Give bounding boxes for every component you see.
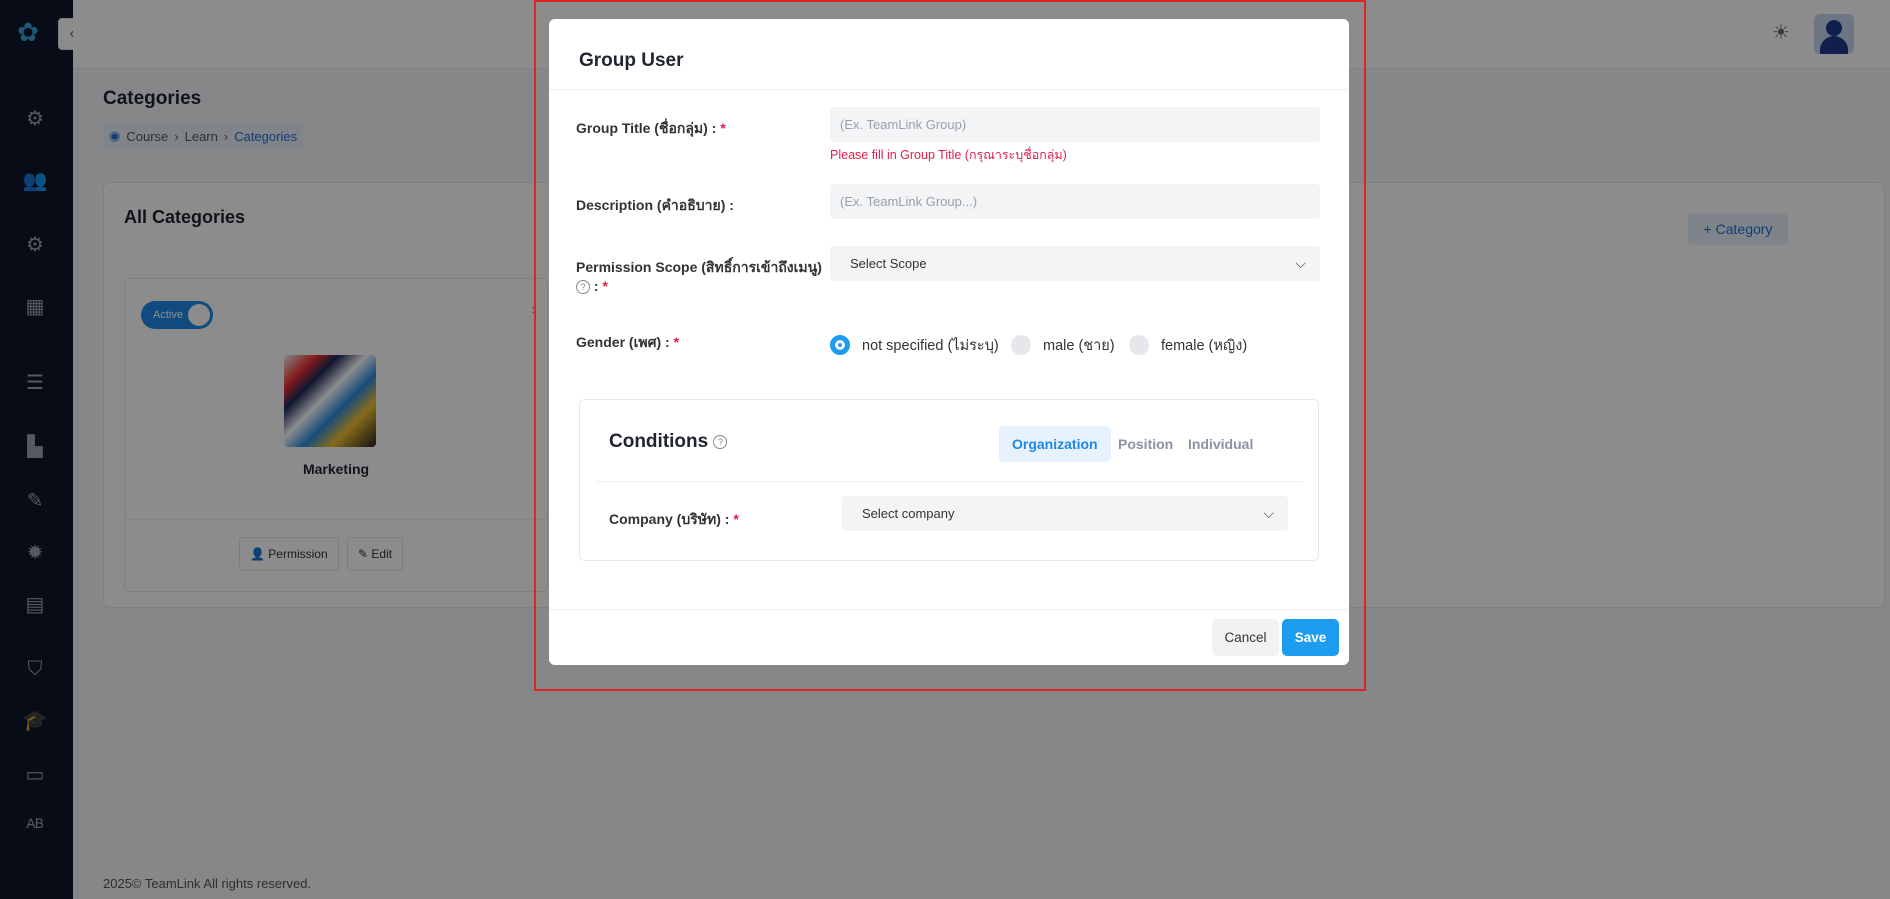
gender-option-label: not specified (ไม่ระบุ) xyxy=(862,337,999,354)
group-title-input[interactable] xyxy=(830,107,1320,142)
modal-title: Group User xyxy=(579,50,684,71)
scope-select-value: Select Scope xyxy=(850,256,927,271)
required-mark: * xyxy=(720,120,726,136)
modal-footer-divider xyxy=(549,609,1349,610)
save-button[interactable]: Save xyxy=(1282,619,1339,656)
group-title-error: Please fill in Group Title (กรุณาระบุชื่… xyxy=(830,148,1067,162)
conditions-panel: Conditions ? Organization Position Indiv… xyxy=(579,399,1319,561)
permission-scope-label: Permission Scope (สิทธิ์การเข้าถึงเมนู) xyxy=(576,259,822,275)
required-mark: * xyxy=(733,511,739,527)
gender-option-label: male (ชาย) xyxy=(1043,337,1115,354)
permission-scope-label-line2: ? : * xyxy=(576,278,608,295)
scope-select[interactable]: Select Scope ⌵ xyxy=(830,246,1320,281)
company-select-value: Select company xyxy=(862,506,955,521)
required-mark: * xyxy=(602,278,608,294)
gender-radio-not-specified[interactable]: not specified (ไม่ระบุ) xyxy=(830,334,999,356)
gender-label: Gender (เพศ) : * xyxy=(576,334,680,350)
chevron-down-icon: ⌵ xyxy=(1263,505,1274,521)
divider xyxy=(596,481,1302,482)
modal-header: Group User xyxy=(549,19,1349,90)
gender-option-label: female (หญิง) xyxy=(1161,337,1248,354)
group-user-modal: Group User Group Title (ชื่อกลุ่ม) : * P… xyxy=(549,19,1349,665)
cancel-button[interactable]: Cancel xyxy=(1212,619,1279,656)
company-label: Company (บริษัท) : * xyxy=(609,511,739,527)
radio-icon xyxy=(1011,335,1031,355)
radio-selected-icon xyxy=(830,335,850,355)
help-icon[interactable]: ? xyxy=(576,280,590,295)
description-label: Description (คำอธิบาย) : xyxy=(576,197,734,213)
conditions-title: Conditions ? xyxy=(609,431,728,453)
tab-individual[interactable]: Individual xyxy=(1175,426,1266,462)
gender-radio-male[interactable]: male (ชาย) xyxy=(1011,334,1115,356)
help-icon[interactable]: ? xyxy=(713,434,728,449)
description-input[interactable] xyxy=(830,184,1320,219)
radio-icon xyxy=(1129,335,1149,355)
company-select[interactable]: Select company ⌵ xyxy=(842,496,1288,531)
group-title-label: Group Title (ชื่อกลุ่ม) : * xyxy=(576,120,726,136)
required-mark: * xyxy=(673,334,680,350)
gender-radio-female[interactable]: female (หญิง) xyxy=(1129,334,1247,356)
chevron-down-icon: ⌵ xyxy=(1295,255,1306,271)
tab-organization[interactable]: Organization xyxy=(999,426,1111,462)
